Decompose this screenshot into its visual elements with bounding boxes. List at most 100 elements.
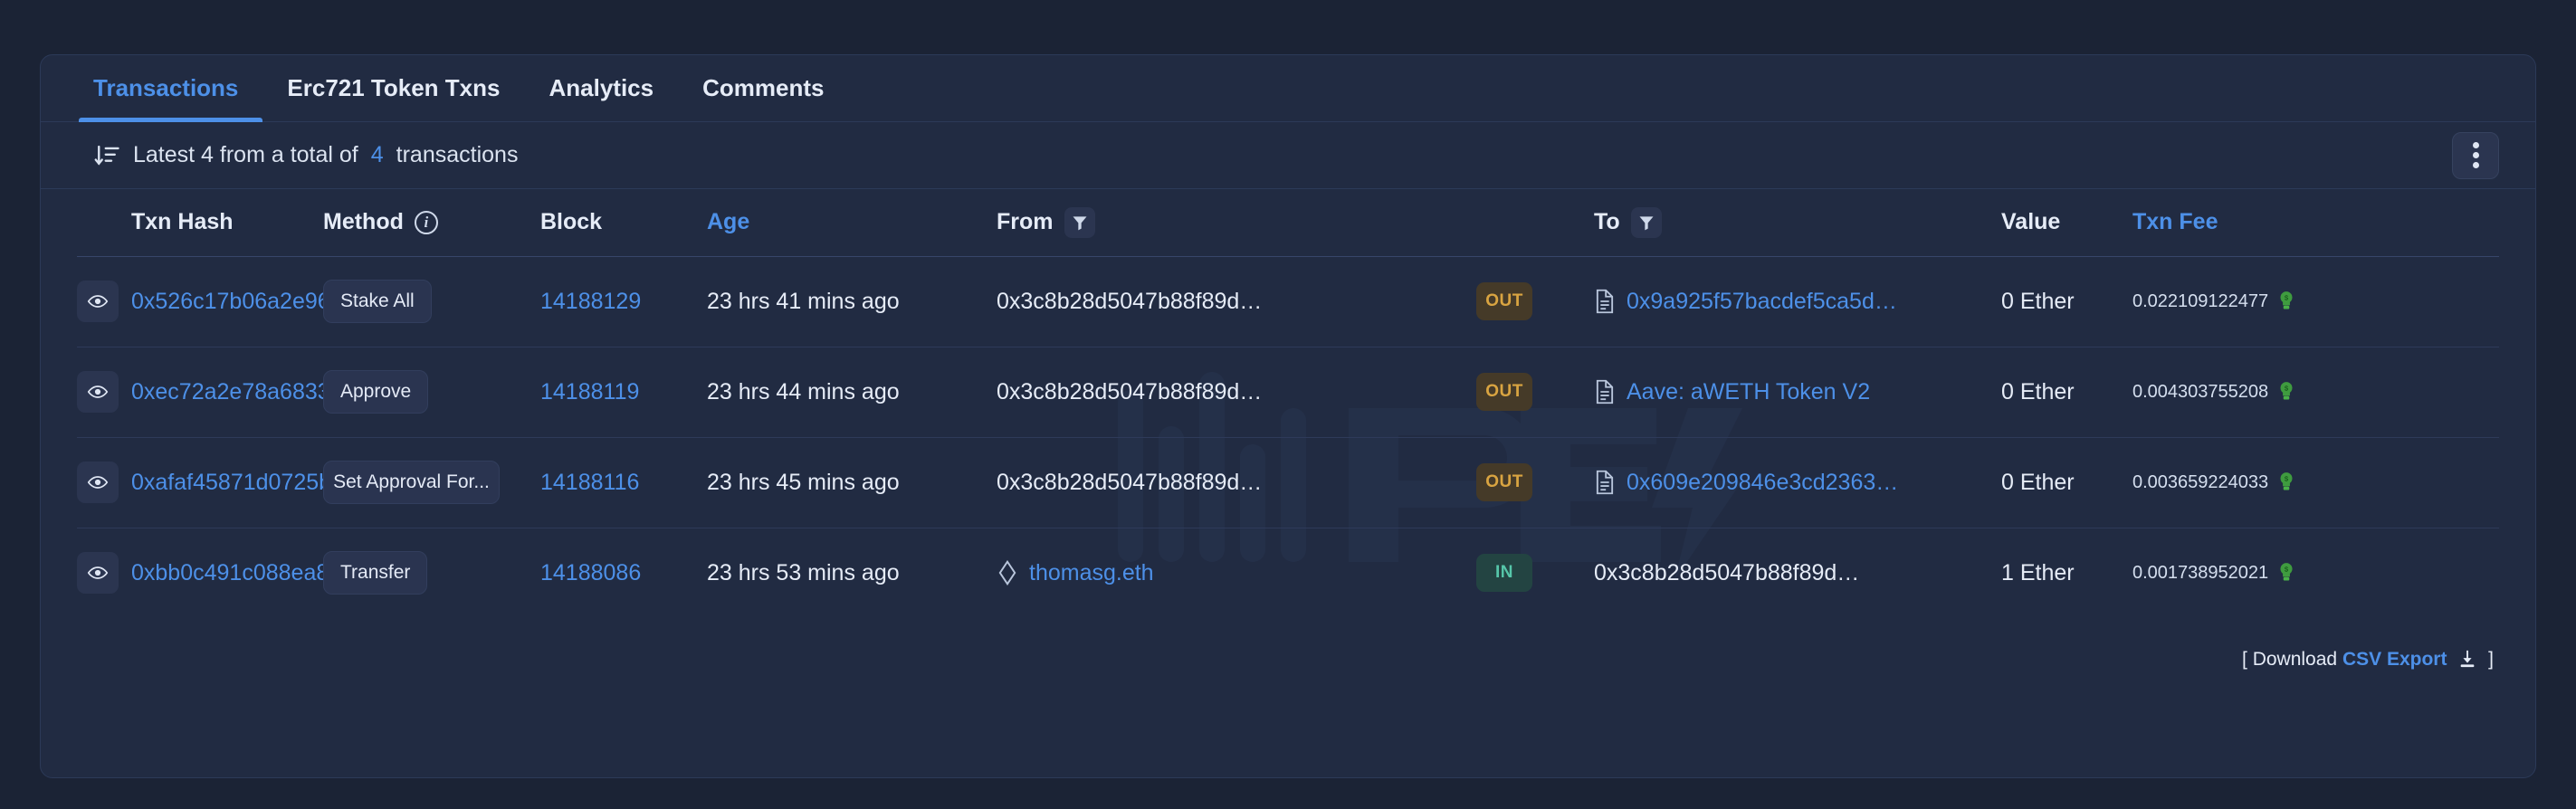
col-eye [77,189,131,257]
col-to-label: To [1594,209,1620,235]
cell-eye [77,347,131,438]
cell-method: Transfer [323,528,540,618]
cell-value: 0 Ether [2001,437,2132,528]
svg-text:$: $ [2285,384,2289,392]
method-badge[interactable]: Transfer [323,551,428,595]
table-header-row: Txn Hash Method i Block Age From To Valu… [77,189,2499,257]
cell-block: 14188116 [540,437,707,528]
cell-txn-fee: 0.004303755208 $ [2132,347,2499,438]
col-block: Block [540,189,707,257]
tab-transactions[interactable]: Transactions [79,55,263,122]
table-row: 0x526c17b06a2e9656dd… Stake All 14188129 23… [77,256,2499,347]
to-address[interactable]: 0x609e209846e3cd2363… [1627,470,1898,496]
view-txn-button[interactable] [77,552,119,595]
from-address: 0x3c8b28d5047b88f89d… [997,469,1263,495]
info-icon[interactable]: i [414,210,438,234]
contract-icon [1596,379,1614,404]
block-link[interactable]: 14188129 [540,289,641,314]
contract-icon [1596,470,1614,495]
method-badge[interactable]: Set Approval For... [323,461,500,504]
cell-value: 0 Ether [2001,347,2132,438]
col-to: To [1594,189,2001,257]
gas-bulb-icon: $ [2280,382,2293,400]
cell-direction: OUT [1476,437,1594,528]
cell-to: Aave: aWETH Token V2 [1594,347,2001,438]
summary-bar: Latest 4 from a total of 4 transactions [41,122,2535,189]
cell-txn-fee: 0.022109122477 $ [2132,256,2499,347]
gas-bulb-icon: $ [2280,291,2293,309]
col-direction [1476,189,1594,257]
tab-transactions-label: Transactions [93,74,239,101]
filter-icon-to[interactable] [1630,206,1662,238]
view-txn-button[interactable] [77,281,119,322]
direction-badge: OUT [1476,282,1532,320]
cell-from: 0x3c8b28d5047b88f89d… [997,347,1476,438]
cell-from: thomasg.eth [997,528,1476,618]
block-link[interactable]: 14188116 [540,470,639,495]
table-row: 0xbb0c491c088ea88022… Transfer 14188086 23 … [77,528,2499,618]
cell-eye [77,528,131,618]
from-address[interactable]: thomasg.eth [1029,560,1154,586]
filter-icon-from[interactable] [1064,206,1095,238]
view-txn-button[interactable] [77,462,119,503]
age-text: 23 hrs 44 mins ago [707,378,900,404]
view-txn-button[interactable] [77,371,119,413]
summary-text: Latest 4 from a total of 4 transactions [93,142,518,169]
tab-analytics[interactable]: Analytics [524,55,678,122]
footer-close-bracket: ] [2488,649,2494,670]
method-badge[interactable]: Approve [323,370,429,414]
cell-eye [77,256,131,347]
value-text: 0 Ether [2001,288,2075,314]
col-value: Value [2001,189,2132,257]
col-value-label: Value [2001,209,2061,235]
age-text: 23 hrs 45 mins ago [707,469,900,495]
gas-bulb-icon: $ [2280,563,2293,581]
col-txn-fee[interactable]: Txn Fee [2132,189,2499,257]
cell-txn-fee: 0.003659224033 $ [2132,437,2499,528]
direction-badge: OUT [1476,463,1532,501]
to-address[interactable]: 0x9a925f57bacdef5ca5d… [1627,289,1897,315]
cell-method: Set Approval For... [323,437,540,528]
kebab-menu-button[interactable] [2452,131,2499,179]
col-age[interactable]: Age [707,189,997,257]
col-method: Method i [323,189,540,257]
cell-method: Stake All [323,256,540,347]
cell-from: 0x3c8b28d5047b88f89d… [997,256,1476,347]
block-link[interactable]: 14188086 [540,560,641,585]
tab-erc721-token-txns[interactable]: Erc721 Token Txns [262,55,524,122]
svg-text:$: $ [2285,293,2289,301]
sort-descending-icon[interactable] [93,142,120,169]
summary-prefix: Latest 4 from a total of [133,142,358,167]
col-from: From [997,189,1476,257]
download-icon[interactable] [2457,649,2477,669]
col-txn-hash-label: Txn Hash [131,209,234,235]
value-text: 1 Ether [2001,559,2075,585]
cell-txn-hash: 0x526c17b06a2e9656dd… [131,256,403,347]
cell-txn-fee: 0.001738952021 $ [2132,528,2499,618]
kebab-dot [2472,152,2479,158]
csv-export-link[interactable]: CSV Export [2342,649,2447,670]
col-method-label: Method [323,209,404,235]
table-row: 0xafaf45871d0725b7b94… Set Approval For..… [77,437,2499,528]
cell-value: 1 Ether [2001,528,2132,618]
kebab-dot [2472,142,2479,148]
cell-to: 0x609e209846e3cd2363… [1594,437,2001,528]
method-badge[interactable]: Stake All [323,280,432,323]
cell-value: 0 Ether [2001,256,2132,347]
txn-fee-text: 0.004303755208 [2132,381,2269,402]
cell-txn-hash: 0xec72a2e78a68339330… [131,347,403,438]
cell-txn-hash: 0xbb0c491c088ea88022… [131,528,402,618]
txn-fee-text: 0.022109122477 [2132,290,2269,311]
cell-txn-hash: 0xafaf45871d0725b7b94… [131,437,405,528]
to-address[interactable]: Aave: aWETH Token V2 [1627,379,1870,405]
direction-badge: OUT [1476,373,1532,411]
gas-bulb-icon: $ [2280,472,2293,490]
tab-analytics-label: Analytics [549,74,654,101]
cell-block: 14188129 [540,256,707,347]
block-link[interactable]: 14188119 [540,379,639,404]
svg-text:$: $ [2285,474,2289,482]
direction-badge: IN [1476,554,1532,593]
cell-block: 14188086 [540,528,707,618]
tab-comments[interactable]: Comments [678,55,848,122]
kebab-dot [2472,162,2479,168]
